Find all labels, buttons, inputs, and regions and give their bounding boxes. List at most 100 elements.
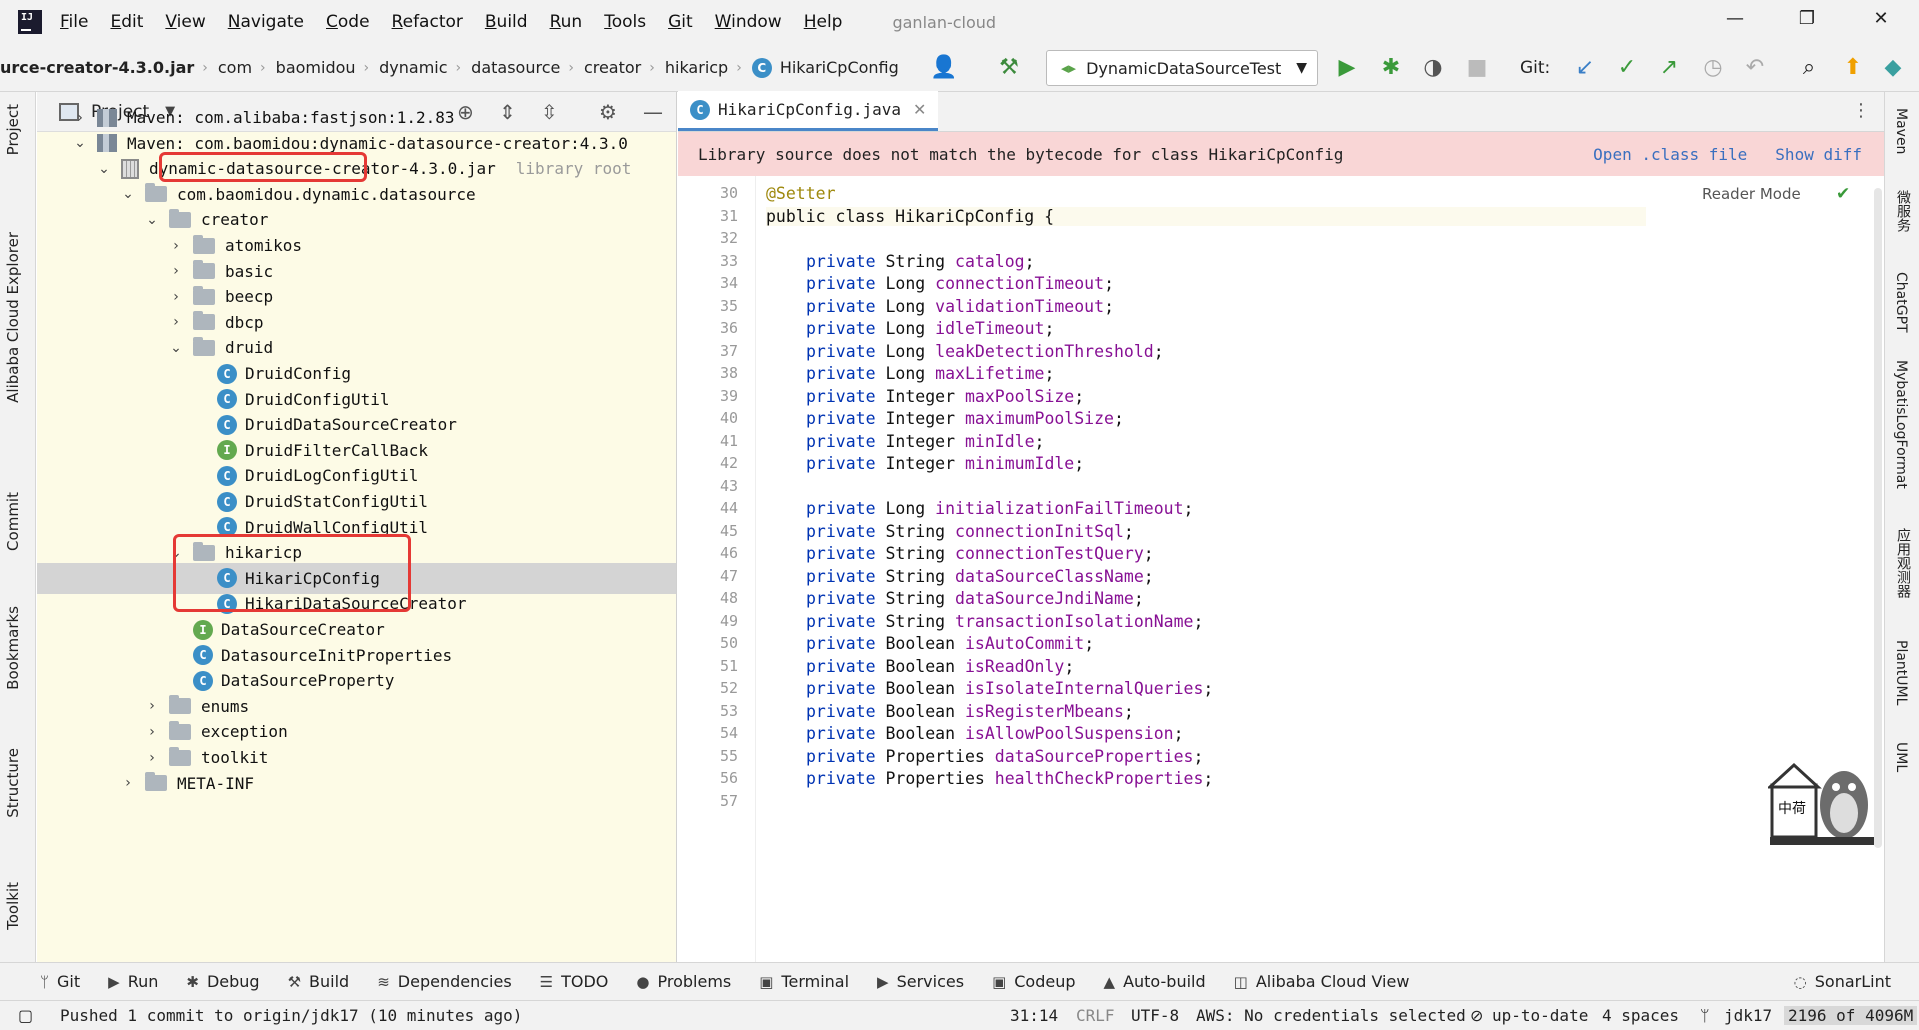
breadcrumb-item[interactable]: creator › — [584, 58, 665, 77]
tool-alibaba-cloud-view[interactable]: ◫ Alibaba Cloud View — [1234, 972, 1410, 991]
inspection-ok-icon[interactable]: ✔ — [1836, 184, 1850, 204]
menu-help[interactable]: Help — [804, 12, 843, 32]
chevron-right-icon[interactable]: › — [71, 110, 89, 126]
tool-debug[interactable]: ✱ Debug — [186, 972, 259, 991]
open-class-file-link[interactable]: Open .class file — [1593, 145, 1747, 164]
tab-maven[interactable]: Maven — [1893, 108, 1909, 154]
tool-dependencies[interactable]: ≋ Dependencies — [377, 972, 511, 991]
chevron-right-icon[interactable]: › — [167, 238, 185, 254]
reader-mode-button[interactable]: Reader Mode — [1702, 185, 1801, 203]
run-configuration-select[interactable]: ◂▸ DynamicDataSourceTest ▼ — [1046, 50, 1318, 86]
line-separator[interactable]: CRLF — [1076, 1006, 1115, 1025]
status-message[interactable]: Pushed 1 commit to origin/jdk17 (10 minu… — [60, 1006, 522, 1025]
chevron-right-icon[interactable]: › — [167, 289, 185, 305]
tab-app-observer[interactable]: 应用观测器 — [1893, 528, 1913, 598]
menu-run[interactable]: Run — [550, 12, 583, 32]
breadcrumb-item[interactable]: C HikariCpConfig — [751, 57, 899, 78]
tree-item[interactable]: › META-INF — [37, 768, 676, 799]
indent-setting[interactable]: 4 spaces — [1602, 1006, 1679, 1025]
jar-icon — [121, 158, 139, 179]
chevron-right-icon[interactable]: › — [119, 775, 137, 791]
tab-hikaricpconfig[interactable]: C HikariCpConfig.java ✕ — [678, 91, 939, 131]
chevron-right-icon[interactable]: › — [167, 263, 185, 279]
tool-services[interactable]: ▶ Services — [877, 972, 964, 991]
keyword: private — [806, 701, 886, 721]
rollback-icon[interactable]: ↶ — [1742, 56, 1768, 80]
tab-chatgpt[interactable]: ChatGPT — [1893, 272, 1909, 333]
menu-code[interactable]: Code — [326, 12, 370, 32]
search-icon[interactable]: ⌕ — [1796, 56, 1822, 80]
tab-microservices[interactable]: 微服务 — [1893, 190, 1913, 232]
tab-bookmarks[interactable]: Bookmarks — [4, 606, 22, 690]
chevron-right-icon[interactable]: › — [167, 314, 185, 330]
tool-todo[interactable]: ☰ TODO — [540, 972, 609, 991]
chevron-down-icon[interactable]: ⌄ — [119, 186, 137, 202]
menu-view[interactable]: View — [165, 12, 205, 32]
menu-window[interactable]: Window — [715, 12, 782, 32]
history-icon[interactable]: ◷ — [1700, 56, 1726, 80]
menu-tools[interactable]: Tools — [604, 12, 646, 32]
breadcrumb-item[interactable]: dynamic › — [379, 58, 471, 77]
restore-icon[interactable]: ❐ — [1792, 8, 1822, 29]
menu-edit[interactable]: Edit — [110, 12, 143, 32]
stop-icon[interactable]: ■ — [1464, 56, 1490, 80]
menu-refactor[interactable]: Refactor — [392, 12, 463, 32]
chevron-down-icon[interactable]: ⌄ — [71, 135, 89, 151]
tab-plantuml[interactable]: PlantUML — [1893, 640, 1909, 705]
breadcrumb-item[interactable]: hikaricp › — [665, 58, 752, 77]
chevron-down-icon[interactable]: ⌄ — [95, 161, 113, 177]
debug-icon[interactable]: ✱ — [1378, 56, 1404, 80]
caret-position[interactable]: 31:14 — [1010, 1006, 1058, 1025]
tool-git[interactable]: ᛘ Git — [40, 972, 80, 991]
chevron-down-icon[interactable]: ⌄ — [167, 340, 185, 356]
aws-status[interactable]: AWS: No credentials selected — [1196, 1006, 1466, 1025]
breadcrumb-item[interactable]: baomidou › — [276, 58, 379, 77]
breadcrumb-item[interactable]: com › — [218, 58, 276, 77]
tab-mybatis-log-format[interactable]: MybatisLogFormat — [1893, 360, 1909, 489]
git-branch[interactable]: jdk17 — [1724, 1006, 1772, 1025]
tab-commit[interactable]: Commit — [4, 492, 22, 551]
vertical-scrollbar[interactable] — [1874, 188, 1882, 848]
close-tab-icon[interactable]: ✕ — [913, 100, 926, 119]
tool-terminal[interactable]: ▣ Terminal — [759, 972, 849, 991]
more-icon[interactable]: ⋮ — [1852, 100, 1870, 121]
menu-build[interactable]: Build — [485, 12, 528, 32]
tab-toolkit[interactable]: Toolkit — [4, 882, 22, 930]
tab-alibaba-cloud-explorer[interactable]: Alibaba Cloud Explorer — [4, 232, 22, 403]
chevron-right-icon[interactable]: › — [143, 698, 161, 714]
chevron-right-icon[interactable]: › — [143, 750, 161, 766]
tab-uml[interactable]: UML — [1893, 742, 1909, 772]
update-icon[interactable]: ⬆ — [1840, 56, 1866, 80]
vcs-status[interactable]: up-to-date — [1492, 1006, 1588, 1025]
minimize-icon[interactable]: — — [1720, 8, 1750, 29]
git-push-icon[interactable]: ↗ — [1656, 56, 1682, 80]
plugin-icon[interactable]: ◆ — [1880, 56, 1906, 80]
git-update-icon[interactable]: ↙ — [1572, 56, 1598, 80]
run-icon[interactable]: ▶ — [1334, 56, 1360, 80]
chevron-down-icon[interactable]: ⌄ — [143, 212, 161, 228]
tool-sonarlint[interactable]: ◌ SonarLint — [1794, 972, 1891, 991]
breadcrumb-item[interactable]: datasource › — [471, 58, 584, 77]
tool-run[interactable]: ▶ Run — [108, 972, 158, 991]
right-tool-strip: Maven 微服务 ChatGPT MybatisLogFormat 应用观测器… — [1884, 92, 1919, 962]
user-icon[interactable]: 👤 — [930, 56, 957, 80]
coverage-icon[interactable]: ◑ — [1420, 56, 1446, 80]
panel-toggle-icon[interactable]: ▢ — [18, 1006, 33, 1025]
build-hammer-icon[interactable]: ⚒ — [996, 56, 1022, 80]
memory-indicator[interactable]: 2196 of 4096M — [1784, 1006, 1918, 1025]
menu-file[interactable]: File — [60, 12, 88, 32]
menu-git[interactable]: Git — [668, 12, 693, 32]
menu-navigate[interactable]: Navigate — [228, 12, 304, 32]
tab-structure[interactable]: Structure — [4, 748, 22, 818]
tool-auto-build[interactable]: ▲ Auto-build — [1104, 972, 1206, 991]
show-diff-link[interactable]: Show diff — [1775, 145, 1862, 164]
tool-codeup[interactable]: ▣ Codeup — [992, 972, 1075, 991]
file-encoding[interactable]: UTF-8 — [1131, 1006, 1179, 1025]
tool-build[interactable]: ⚒ Build — [288, 972, 350, 991]
git-commit-icon[interactable]: ✓ — [1614, 56, 1640, 80]
tab-project[interactable]: Project — [4, 104, 22, 155]
breadcrumb-item[interactable]: urce-creator-4.3.0.jar › — [0, 58, 218, 77]
close-icon[interactable]: ✕ — [1866, 8, 1896, 29]
chevron-right-icon[interactable]: › — [143, 724, 161, 740]
tool-problems[interactable]: ● Problems — [636, 972, 731, 991]
